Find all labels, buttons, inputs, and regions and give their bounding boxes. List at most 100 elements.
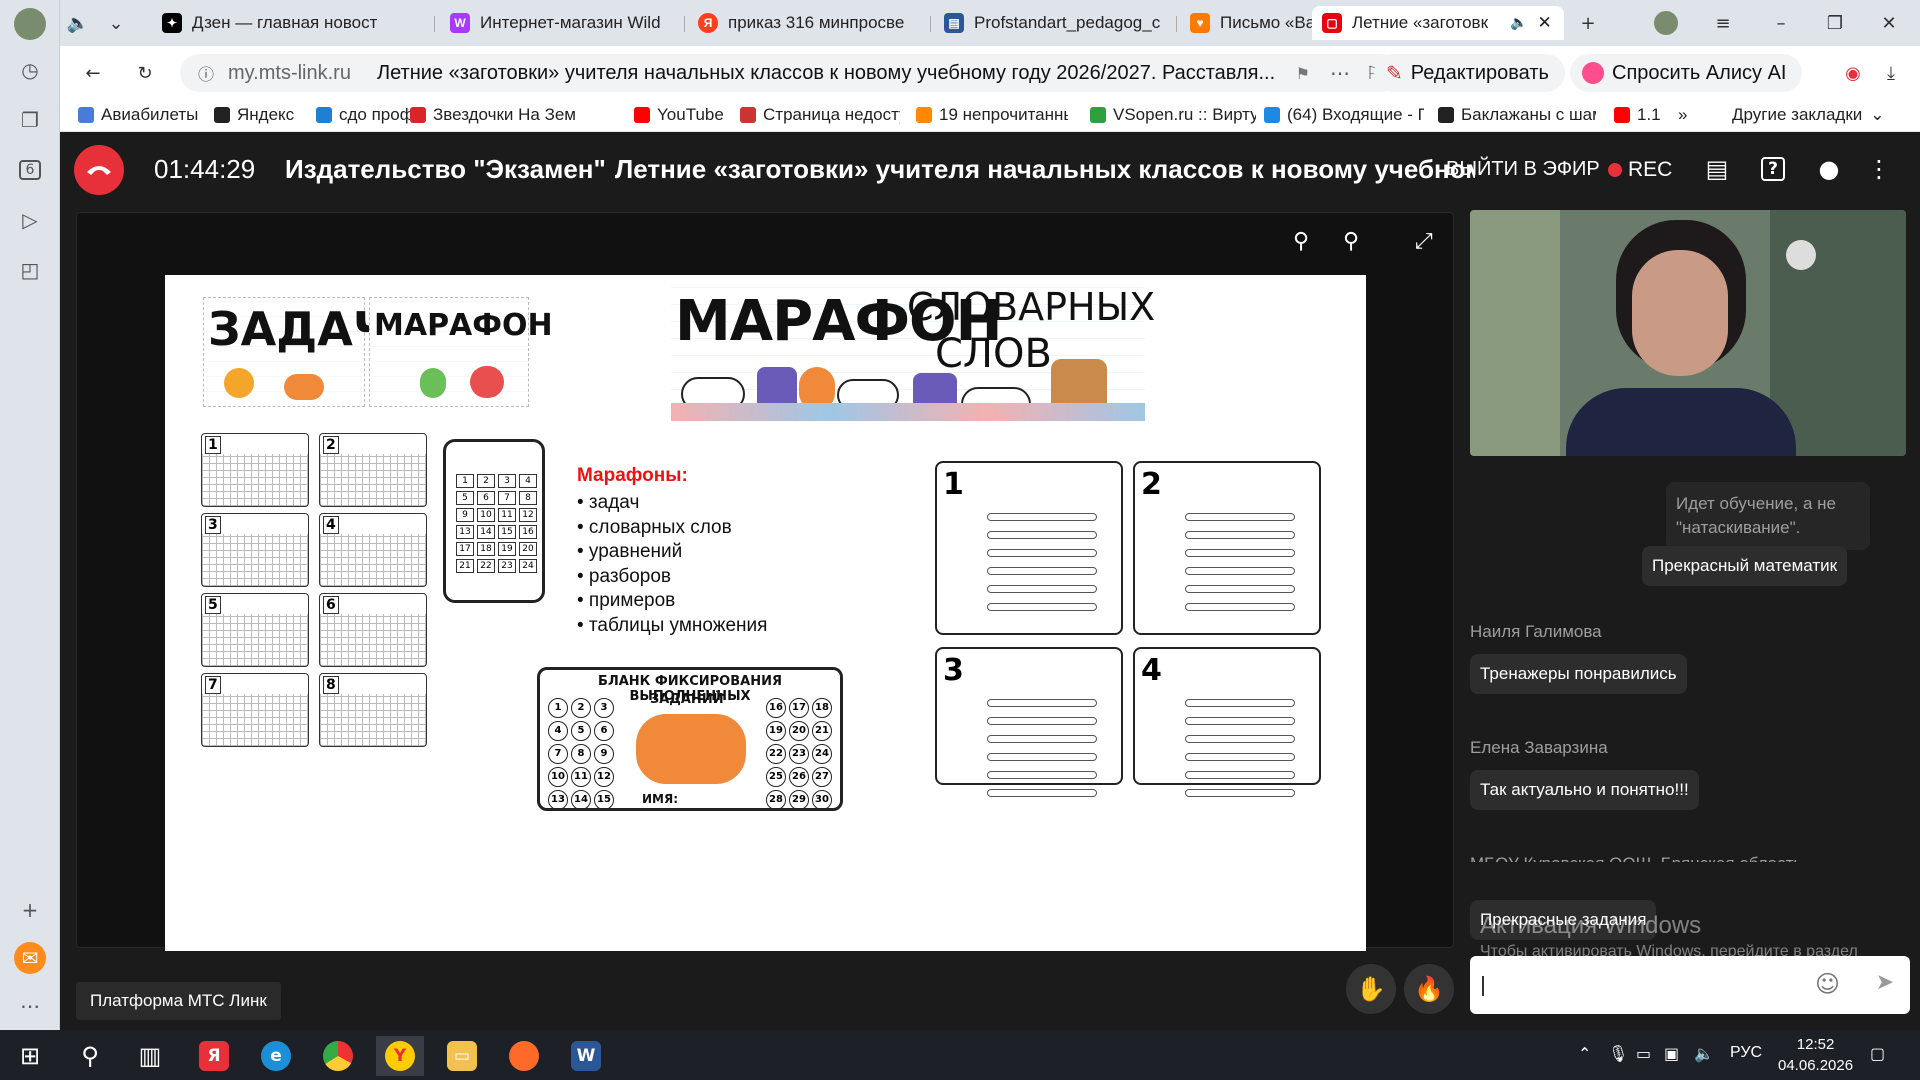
clock[interactable]: 12:52 04.06.2026 [1778, 1034, 1853, 1076]
minimize-icon[interactable]: – [1758, 6, 1804, 40]
tab-list-chevron-icon[interactable]: ⌄ [98, 6, 134, 40]
profile-avatar[interactable] [14, 8, 46, 40]
menu-icon[interactable]: ≡ [1700, 6, 1746, 40]
tab-1[interactable]: ✦ Дзен — главная новост [152, 6, 432, 40]
more-icon[interactable]: ⋯ [14, 990, 46, 1022]
chrome-icon[interactable] [314, 1036, 362, 1076]
dictionary-card-number: 1 [943, 467, 964, 502]
reactions-button[interactable]: 🔥 [1404, 964, 1454, 1014]
sound-icon[interactable]: 🔈 [60, 6, 96, 40]
screenshot-icon[interactable]: ◰ [14, 254, 46, 286]
zoom-in-icon[interactable]: ⚲ [1343, 229, 1359, 254]
profile-icon[interactable] [1648, 6, 1684, 40]
phone-number-cell: 23 [498, 559, 516, 573]
more-vertical-icon[interactable]: ⋮ [1862, 152, 1896, 186]
rec-indicator[interactable]: REC [1608, 158, 1672, 182]
bookmark-item[interactable]: Яндекс [214, 105, 294, 125]
phone-number-cell: 21 [456, 559, 474, 573]
bookmark-item[interactable]: 19 непрочитанны [916, 105, 1068, 125]
phone-number-cell: 3 [498, 474, 516, 488]
translate-icon[interactable]: ⚑ [1296, 64, 1310, 83]
battery-icon[interactable]: ▭ [1636, 1044, 1651, 1063]
microphone-icon[interactable]: 🎙 [1608, 1044, 1628, 1063]
history-icon[interactable]: ◷ [14, 54, 46, 86]
edge-icon[interactable]: e [252, 1036, 300, 1076]
back-icon[interactable]: ← [70, 56, 116, 90]
firefox-icon[interactable] [500, 1036, 548, 1076]
task-view-icon[interactable]: ▥ [126, 1036, 174, 1076]
bookmark-item[interactable]: (64) Входящие - П [1264, 105, 1424, 125]
mts-link-icon: ▢ [1322, 13, 1342, 33]
bookmark-item[interactable]: Страница недосту [740, 105, 900, 125]
windows-start-icon[interactable]: ⊞ [6, 1036, 54, 1076]
yandex-browser-icon[interactable]: Y [376, 1036, 424, 1076]
tray-chevron-icon[interactable]: ⌃ [1578, 1044, 1591, 1063]
new-tab-icon[interactable]: + [1570, 6, 1606, 40]
tab-3[interactable]: Яприказ 316 минпросве [688, 6, 928, 40]
answer-line [1185, 567, 1295, 575]
file-explorer-icon[interactable]: ▭ [438, 1036, 486, 1076]
mail-app-icon[interactable]: ✉ [14, 942, 46, 974]
dictionary-card: 2 [1133, 461, 1321, 635]
language-indicator[interactable]: РУС [1730, 1044, 1762, 1062]
close-window-icon[interactable]: ✕ [1866, 6, 1912, 40]
send-icon[interactable]: ➤ [1876, 970, 1894, 995]
question-icon[interactable]: ? [1756, 152, 1790, 186]
webinar-title: Летние «заготовки» учителя начальных кла… [615, 154, 1475, 184]
task-card-number: 5 [205, 596, 221, 614]
form-number-circle: 2 [571, 698, 591, 718]
go-live-button[interactable]: ВЫЙТИ В ЭФИР [1446, 158, 1600, 181]
notifications-icon[interactable]: ▢ [1870, 1044, 1885, 1063]
bookmark-item[interactable]: Звездочки На Зем [410, 105, 576, 125]
bookmark-item[interactable]: YouTube [634, 105, 724, 125]
bookmark-item[interactable]: Баклажаны с шам [1438, 105, 1596, 125]
zoom-out-icon[interactable]: ⚲ [1293, 229, 1309, 254]
chat-icon[interactable]: ▤ [1700, 152, 1734, 186]
cat-reading-illustration [636, 714, 746, 784]
tab-4[interactable]: ▤ Profstandart_pedagog_c [934, 6, 1174, 40]
marathons-list-title: Марафоны: [577, 465, 688, 486]
tabs-count-icon[interactable]: 6 [14, 154, 46, 186]
word-icon[interactable]: W [562, 1036, 610, 1076]
word-doc-icon: ▤ [944, 13, 964, 33]
tab-6-active[interactable]: ▢ Летние «заготовк 🔈 ✕ [1312, 6, 1564, 40]
bookmark-item[interactable]: сдо проф [316, 105, 414, 125]
collections-icon[interactable]: ❐ [14, 104, 46, 136]
restore-icon[interactable]: ❐ [1812, 6, 1858, 40]
site-info-icon[interactable]: ⓘ [198, 61, 214, 85]
answer-line [1185, 717, 1295, 725]
participants-icon[interactable]: ● [1812, 152, 1846, 186]
phone-hangup-icon [87, 166, 111, 175]
raise-hand-button[interactable]: ✋ [1346, 964, 1396, 1014]
download-icon[interactable]: ⤓ [1868, 56, 1914, 90]
presentation-stage: ⚲ ⚲ ⤢ ЗАДАЧ МАРАФОН 12345678 1 2 3 4 5 6 7 8 9 10… [76, 212, 1454, 951]
cat-illustration [224, 368, 254, 398]
yandex-taskbar-icon[interactable]: Я [190, 1036, 238, 1076]
fullscreen-icon[interactable]: ⤢ [1415, 229, 1433, 254]
search-icon[interactable]: ⚲ [66, 1036, 114, 1076]
add-icon[interactable]: + [14, 894, 46, 926]
bookmark-item[interactable]: Авиабилеты [78, 105, 198, 125]
answer-line [987, 771, 1097, 779]
other-bookmarks[interactable]: Другие закладки ⌄ [1732, 105, 1885, 125]
more-actions-icon[interactable]: ⋯ [1330, 61, 1350, 86]
close-tab-icon[interactable]: ✕ [1537, 13, 1551, 33]
tab-audio-icon[interactable]: 🔈 [1510, 15, 1527, 31]
video-icon[interactable]: ▷ [14, 204, 46, 236]
bookmark-item[interactable]: VSopen.ru :: Вирту [1090, 105, 1256, 125]
answer-line [987, 735, 1097, 743]
edit-button[interactable]: ✎ Редактировать [1374, 54, 1565, 92]
volume-icon[interactable]: 🔈 [1694, 1044, 1714, 1063]
speaker-video[interactable] [1470, 210, 1906, 456]
address-bar[interactable]: ⓘ my.mts-link.ru Летние «заготовки» учит… [180, 54, 1400, 92]
bookmark-item[interactable]: 1.1 [1614, 105, 1661, 125]
tab-2[interactable]: W Интернет-магазин Wild [440, 6, 682, 40]
browser-toolbar: ← ↻ ⓘ my.mts-link.ru Летние «заготовки» … [60, 46, 1920, 100]
ask-alice-button[interactable]: Спросить Алису AI [1570, 54, 1803, 92]
emoji-icon[interactable]: ☺ [1815, 970, 1840, 998]
hangup-button[interactable] [74, 145, 124, 195]
more-bookmarks[interactable]: » [1678, 105, 1687, 125]
network-icon[interactable]: ▣ [1664, 1044, 1679, 1063]
chat-input[interactable]: ☺ ➤ [1470, 956, 1910, 1014]
reload-icon[interactable]: ↻ [122, 56, 168, 90]
